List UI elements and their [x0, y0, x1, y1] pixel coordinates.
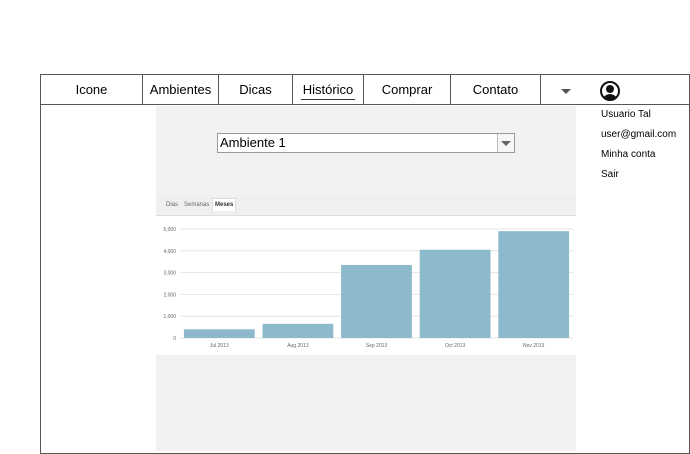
nav-item-label: Comprar	[381, 82, 433, 97]
logout-link[interactable]: Sair	[601, 168, 676, 188]
chart-bar	[183, 329, 255, 338]
y-tick-label: 1,000	[163, 314, 176, 320]
chart-panel: Dias Semanas Meses 0 1,000 2,000 3,000 4,000…	[156, 195, 576, 355]
nav-item-ambientes[interactable]: Ambientes	[143, 75, 219, 104]
chart-tabs: Dias Semanas Meses	[156, 195, 576, 216]
tab-meses[interactable]: Meses	[212, 198, 237, 211]
nav-item-label: Contato	[472, 82, 519, 97]
nav-item-historico[interactable]: Histórico	[293, 75, 364, 104]
tab-semanas[interactable]: Semanas	[182, 200, 211, 211]
x-tick-label: Jul 2013	[210, 343, 229, 349]
chart-bar	[262, 323, 334, 338]
chart-bar	[341, 264, 412, 338]
y-tick-label: 0	[173, 336, 176, 342]
bar-chart: 0 1,000 2,000 3,000 4,000 5,000 Jul 2013 Aug 20…	[163, 227, 573, 349]
nav-item-icone[interactable]: Icone	[41, 75, 143, 104]
y-tick-label: 5,000	[163, 227, 176, 233]
x-tick-label: Oct 2013	[445, 343, 466, 349]
app-frame: Icone Ambientes Dicas Histórico Comprar …	[40, 74, 690, 454]
top-nav: Icone Ambientes Dicas Histórico Comprar …	[41, 75, 689, 105]
user-menu: Usuario Tal user@gmail.com Minha conta S…	[601, 108, 676, 188]
user-email: user@gmail.com	[601, 129, 677, 140]
nav-item-label: Histórico	[300, 82, 356, 100]
nav-item-label: Icone	[75, 82, 108, 97]
user-name: Usuario Tal	[601, 109, 651, 120]
nav-item-label: Dicas	[239, 82, 272, 97]
nav-item-dicas[interactable]: Dicas	[219, 75, 293, 104]
chevron-down-icon[interactable]	[561, 89, 571, 94]
nav-item-contato[interactable]: Contato	[451, 75, 541, 104]
y-tick-label: 3,000	[163, 271, 176, 277]
x-tick-label: Sep 2013	[366, 343, 388, 349]
y-tick-label: 4,000	[163, 249, 176, 255]
x-tick-label: Nov 2013	[523, 343, 545, 349]
history-panel: Ambiente 1 Dias Semanas Meses 0 1,000 2,00…	[156, 106, 576, 451]
x-tick-label: Aug 2013	[287, 343, 309, 349]
nav-item-label: Ambientes	[149, 82, 212, 97]
chart-bar	[419, 249, 491, 338]
chart-bar	[498, 231, 570, 338]
my-account-link[interactable]: Minha conta	[601, 148, 676, 168]
nav-item-comprar[interactable]: Comprar	[364, 75, 451, 104]
select-dropdown-icon[interactable]	[497, 134, 514, 152]
environment-select-value: Ambiente 1	[220, 135, 286, 150]
environment-select[interactable]: Ambiente 1	[217, 133, 515, 153]
user-avatar-icon[interactable]	[600, 81, 620, 101]
y-tick-label: 2,000	[163, 292, 176, 298]
tab-dias[interactable]: Dias	[164, 200, 180, 211]
